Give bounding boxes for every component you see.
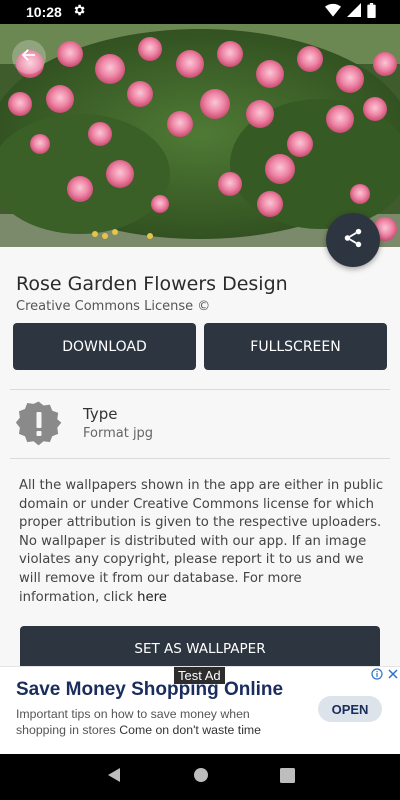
navigation-bar <box>0 754 400 800</box>
info-icon[interactable] <box>371 668 383 683</box>
type-info-row: Type Format jpg <box>15 401 386 447</box>
type-label: Type <box>83 405 118 423</box>
rose-garden-picture <box>0 24 400 247</box>
license-text: Creative Commons License © <box>16 299 211 314</box>
format-value: Format jpg <box>83 426 154 441</box>
wifi-icon <box>325 3 341 21</box>
signal-icon <box>347 3 361 21</box>
fullscreen-button[interactable]: FULLSCREEN <box>204 323 387 370</box>
ad-title[interactable]: Save Money Shopping Online <box>16 679 283 701</box>
ad-choices[interactable] <box>371 668 399 683</box>
divider <box>10 389 390 390</box>
ad-body: Important tips on how to save money when… <box>16 706 296 738</box>
gear-icon <box>72 3 86 21</box>
download-button[interactable]: DOWNLOAD <box>13 323 196 370</box>
nav-home-icon[interactable] <box>193 767 209 787</box>
arrow-left-icon <box>20 46 38 68</box>
alert-badge-icon <box>15 401 62 451</box>
battery-icon <box>367 2 376 22</box>
back-button[interactable] <box>12 40 46 74</box>
status-bar: 10:28 <box>0 0 400 24</box>
wallpaper-title: Rose Garden Flowers Design <box>16 273 288 295</box>
divider <box>10 458 390 459</box>
share-button[interactable] <box>326 213 380 267</box>
share-icon <box>342 227 364 253</box>
ad-cta-text: Come on don't waste time <box>119 723 262 737</box>
copyright-description: All the wallpapers shown in the app are … <box>19 477 385 607</box>
description-text: All the wallpapers shown in the app are … <box>19 478 384 605</box>
wallpaper-image[interactable] <box>0 24 400 247</box>
nav-back-icon[interactable] <box>106 767 122 787</box>
close-icon[interactable] <box>387 668 399 683</box>
nav-recents-icon[interactable] <box>279 767 295 787</box>
ad-open-button[interactable]: OPEN <box>318 696 382 722</box>
status-time: 10:28 <box>26 4 62 20</box>
more-info-link[interactable]: here <box>137 590 167 605</box>
